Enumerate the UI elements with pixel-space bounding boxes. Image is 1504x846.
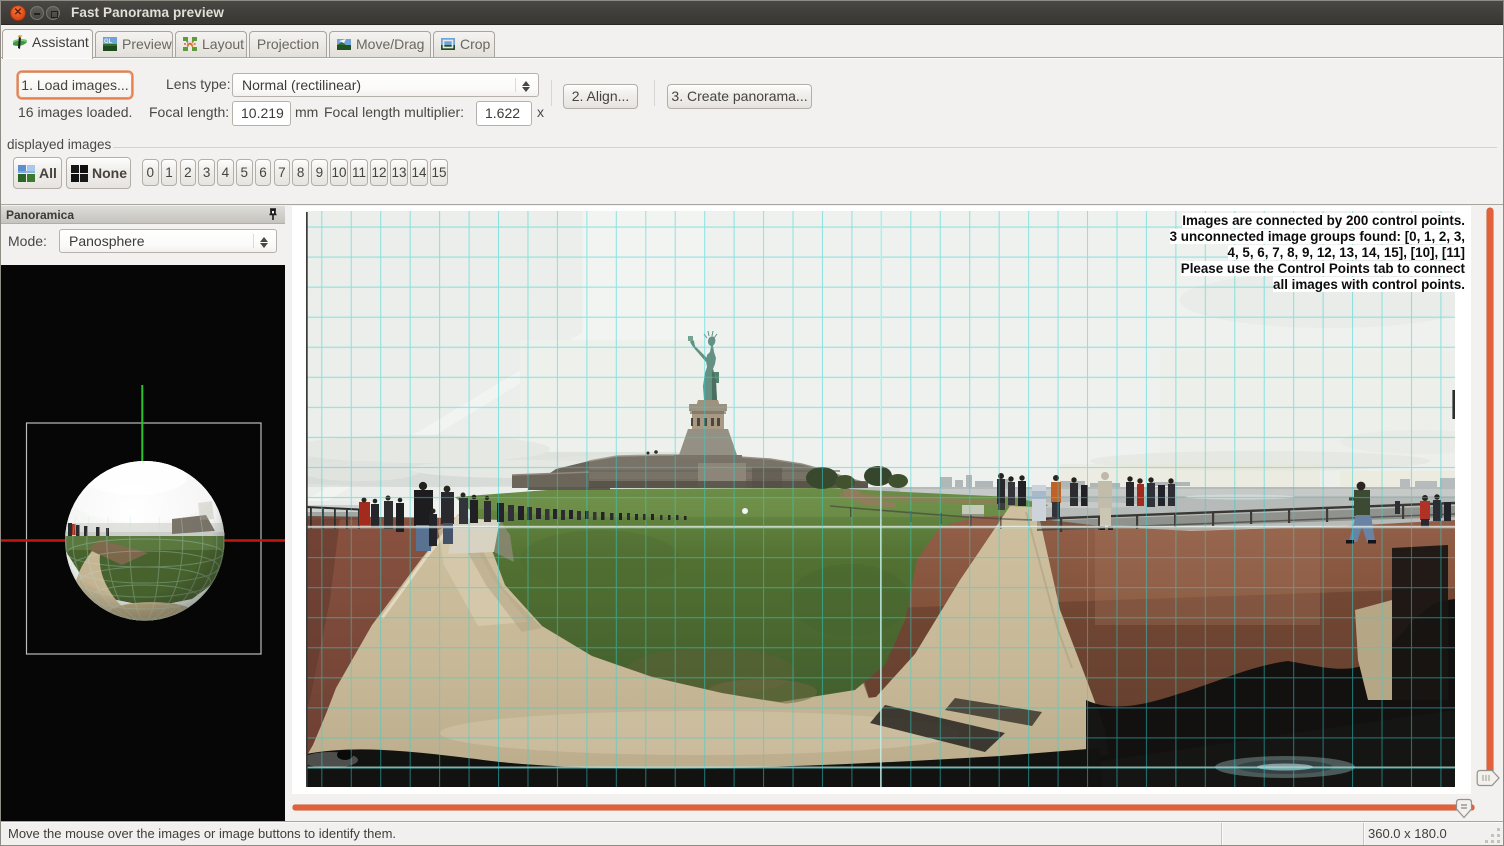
svg-text:GL: GL [104, 39, 113, 45]
